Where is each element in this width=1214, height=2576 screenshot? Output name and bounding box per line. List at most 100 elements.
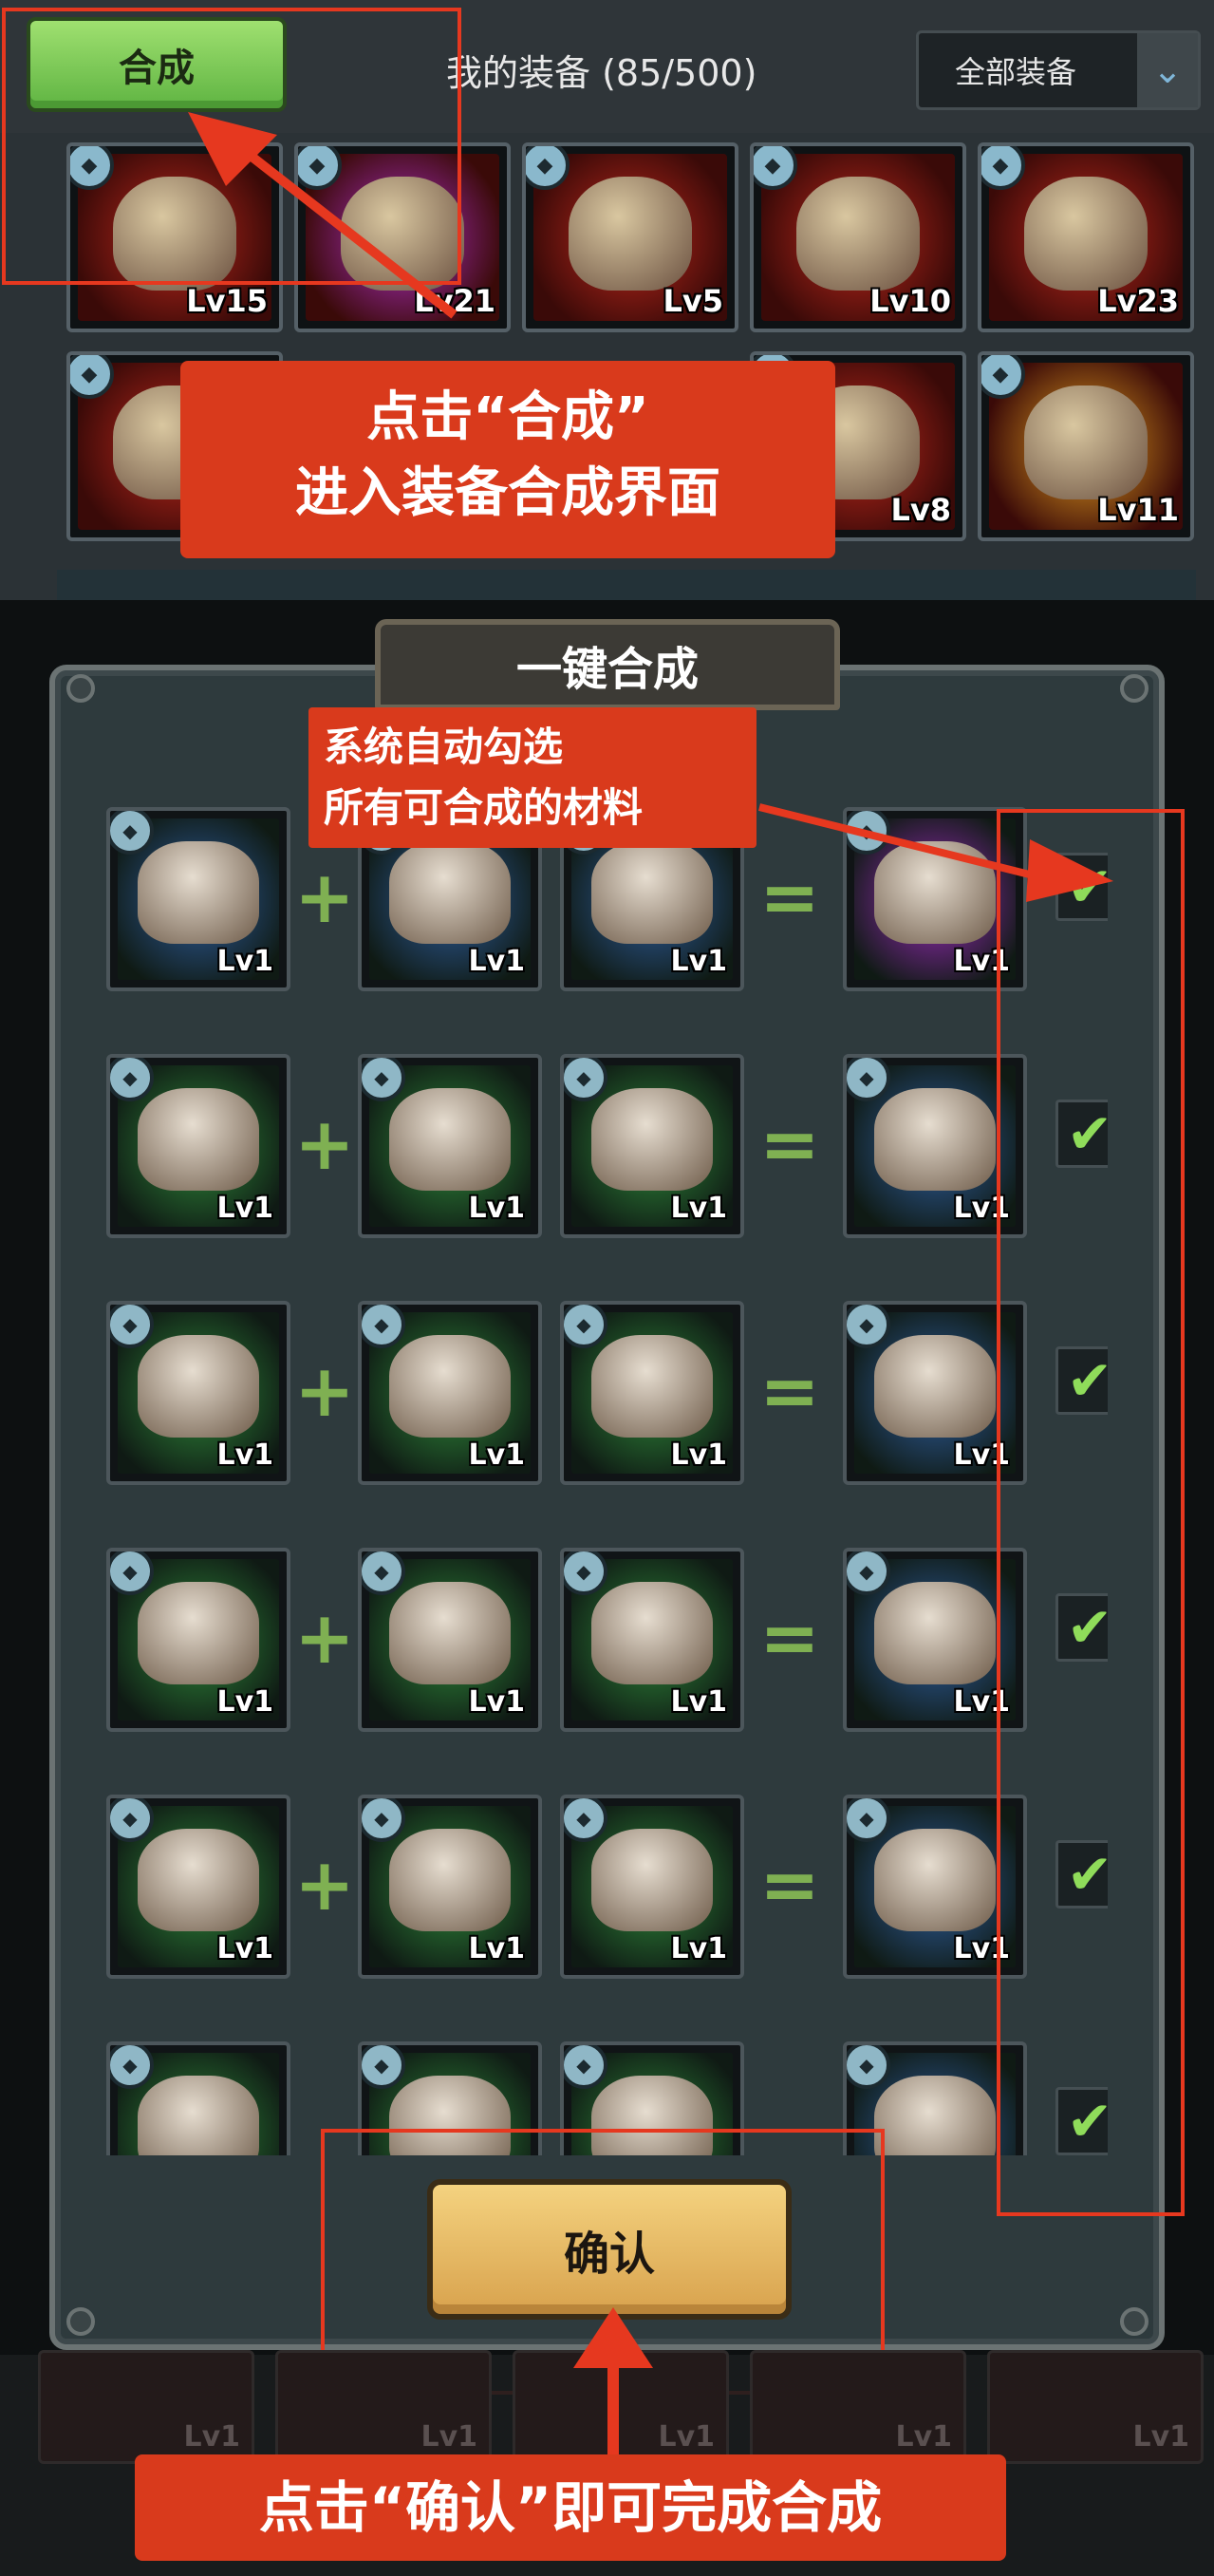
arrow-head-icon [573, 2307, 653, 2368]
equipment-art [874, 1828, 996, 1931]
inventory-item-faded: Lv1 [750, 2350, 966, 2464]
equipment-art [796, 177, 920, 291]
material-item-slot[interactable]: ◆ Lv1 [106, 807, 290, 991]
equipment-art [874, 840, 996, 944]
dialog-corner-ornament [66, 674, 95, 703]
equipment-level: Lv10 [869, 283, 951, 319]
equipment-item[interactable]: ◆ Lv23 [978, 142, 1194, 332]
helmet-icon: ◆ [110, 811, 154, 855]
arrow-head-icon [188, 112, 277, 186]
material-item-slot[interactable]: ◆ Lv1 [106, 1795, 290, 1979]
item-level: Lv1 [895, 2420, 952, 2454]
material-item-slot[interactable]: ◆ Lv1 [358, 1548, 542, 1732]
item-level: Lv1 [468, 1192, 525, 1225]
equipment-level: Lv15 [186, 283, 268, 319]
equipment-art [874, 1087, 996, 1191]
equipment-filter-select[interactable]: 全部装备 ⌄ [916, 30, 1201, 110]
equipment-art [138, 1087, 259, 1191]
material-item-slot[interactable]: ◆ Lv1 [560, 1548, 744, 1732]
boots-icon: ◆ [847, 2045, 890, 2089]
synthesis-list[interactable]: ◆Lv1◆Lv1◆Lv1◆Lv1+=✔◆Lv1◆Lv1◆Lv1◆Lv1+=✔◆L… [106, 807, 1108, 2155]
plus-sign: + [294, 854, 355, 939]
plus-sign: + [294, 1841, 355, 1927]
boots-icon: ◆ [847, 1798, 890, 1842]
annotation-auto-select: 系统自动勾选 所有可合成的材料 [308, 707, 756, 848]
equals-sign: = [759, 1347, 820, 1433]
item-level: Lv1 [468, 945, 525, 978]
equipment-art [874, 1581, 996, 1684]
item-level: Lv1 [670, 945, 727, 978]
equipment-art [138, 1828, 259, 1931]
boots-icon: ◆ [362, 2045, 405, 2089]
screenshot-root: 合成 我的装备 (85/500) 全部装备 ⌄ ◆ Lv15 ◆ Lv21 ◆ Lv5 ◆ L… [0, 0, 1214, 2576]
filter-selected-label: 全部装备 [955, 54, 1077, 90]
item-level: Lv1 [658, 2420, 715, 2454]
equipment-art [138, 2075, 259, 2155]
armor-icon: ◆ [564, 1305, 607, 1348]
dialog-corner-ornament [1120, 2307, 1149, 2336]
equipment-level: Lv5 [663, 283, 723, 319]
equipment-item[interactable]: ◆ Lv11 [978, 351, 1194, 541]
mask-icon: ◆ [564, 1058, 607, 1101]
inventory-item-faded: Lv1 [38, 2350, 254, 2464]
equipment-art [591, 1334, 713, 1438]
plus-sign: + [294, 1347, 355, 1433]
material-item-slot[interactable]: ◆ Lv1 [106, 1301, 290, 1485]
equipment-art [1024, 385, 1148, 500]
synthesis-row: ◆Lv1◆Lv1◆Lv1◆Lv1+=✔ [106, 1548, 1108, 1738]
material-item-slot[interactable]: ◆ Lv1 [106, 1548, 290, 1732]
item-level: Lv1 [216, 945, 273, 978]
item-level: Lv1 [670, 1932, 727, 1965]
material-item-slot[interactable]: ◆ Lv1 [560, 1301, 744, 1485]
highlight-frame-checkboxes [997, 809, 1185, 2216]
equipment-level: Lv23 [1097, 283, 1179, 319]
equipment-art [591, 1828, 713, 1931]
equipment-level: Lv8 [890, 492, 951, 528]
item-level: Lv1 [670, 1685, 727, 1719]
equipment-item[interactable]: ◆ Lv10 [750, 142, 966, 332]
material-item-slot[interactable]: ◆ Lv1 [106, 1054, 290, 1238]
armor-icon: ◆ [110, 1305, 154, 1348]
sword-icon: ◆ [110, 1551, 154, 1595]
equipment-art [389, 1087, 511, 1191]
equipment-count-title: 我的装备 (85/500) [446, 52, 757, 94]
equipment-item[interactable]: ◆ Lv5 [522, 142, 738, 332]
material-item-slot[interactable]: ◆ Lv1 [560, 1795, 744, 1979]
material-item-slot[interactable]: ◆ Lv1 [358, 1301, 542, 1485]
equipment-level: Lv11 [1097, 492, 1179, 528]
dialog-corner-ornament [66, 2307, 95, 2336]
equipment-art [389, 1334, 511, 1438]
material-item-slot[interactable]: ◆ Lv1 [358, 1054, 542, 1238]
synthesis-row: ◆Lv1◆Lv1◆Lv1◆Lv1+=✔ [106, 1301, 1108, 1491]
item-level: Lv1 [468, 1438, 525, 1472]
material-item-slot[interactable]: ◆ Lv1 [560, 1054, 744, 1238]
annotation-confirm: 点击“确认”即可完成合成 [135, 2454, 1006, 2561]
boots-icon: ◆ [110, 1798, 154, 1842]
item-level: Lv1 [216, 1192, 273, 1225]
equals-sign: = [759, 1594, 820, 1680]
equipment-art [138, 840, 259, 944]
item-level: Lv1 [183, 2420, 240, 2454]
item-level: Lv1 [216, 1685, 273, 1719]
equals-sign: = [759, 1100, 820, 1186]
boots-icon: ◆ [110, 2045, 154, 2089]
material-item-slot[interactable]: ◆ [106, 2041, 290, 2155]
material-item-slot[interactable]: ◆ Lv1 [358, 1795, 542, 1979]
boots-icon: ◆ [564, 2045, 607, 2089]
equipment-art [591, 1581, 713, 1684]
equipment-art [569, 177, 692, 291]
item-level: Lv1 [420, 2420, 477, 2454]
equipment-art [389, 1828, 511, 1931]
equipment-art [874, 1334, 996, 1438]
sword-icon: ◆ [847, 1551, 890, 1595]
item-level: Lv1 [670, 1438, 727, 1472]
inventory-item-faded: Lv1 [987, 2350, 1204, 2464]
equipment-art [1024, 177, 1148, 291]
item-level: Lv1 [216, 1438, 273, 1472]
equals-sign: = [759, 1841, 820, 1927]
shield-icon: ◆ [847, 1058, 890, 1101]
equipment-art [591, 840, 713, 944]
equals-sign: = [759, 854, 820, 939]
synthesis-row: ◆Lv1◆Lv1◆Lv1◆Lv1+=✔ [106, 1054, 1108, 1244]
chevron-down-icon[interactable]: ⌄ [1137, 33, 1198, 107]
